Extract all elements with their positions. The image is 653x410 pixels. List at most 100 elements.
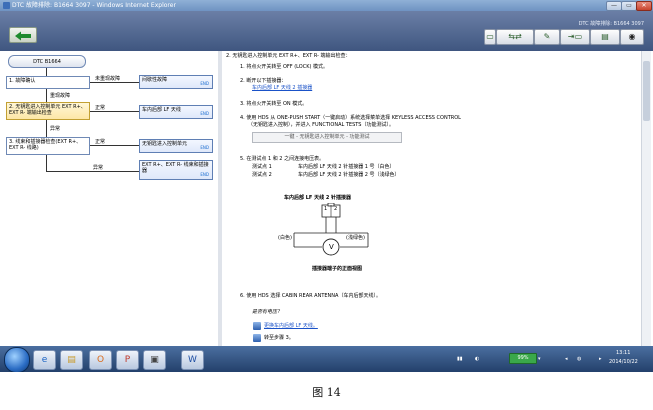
back-button[interactable]	[9, 27, 37, 43]
power-icon: ◍	[577, 356, 582, 362]
test-point-1-value: 车内后部 LF 天线 2 针插接器 1 号（白色）	[298, 164, 395, 170]
vertical-scrollbar[interactable]	[641, 51, 651, 346]
clock-time: 13:11	[616, 350, 631, 356]
system-tray: ▮▮ ◐ 99% ▾ ◂ ◍ ▸ 13:11 2014/10/22	[453, 347, 653, 371]
connector	[90, 82, 139, 83]
connector	[46, 171, 139, 172]
scrollbar-thumb[interactable]	[643, 61, 650, 121]
start-button[interactable]	[4, 347, 30, 372]
yes-answer-icon	[253, 322, 261, 330]
connector	[46, 89, 47, 102]
flow-step-1[interactable]: 1. 故障确认	[6, 76, 90, 89]
procedure-content: 2. 无钥匙进入控制单元 EXT R+、EXT R- 端输出检查： 1. 将点火…	[224, 51, 639, 344]
step-4-line-1: 4. 使用 HDS 从 ONE-PUSH START（一键启动）系统选择菜单选择…	[240, 115, 461, 121]
flow-step-1-text: 故障确认	[15, 78, 36, 84]
flow-step-3-text: 线束和插接器检查(EXT R+、EXT R- 线路)	[9, 139, 82, 151]
flow-result-intermittent[interactable]: 间歇性故障 END	[139, 75, 213, 89]
connector	[46, 68, 47, 76]
step-5: 5. 在测试点 1 和 2 之间连接电压表。	[240, 156, 325, 162]
test-point-1-label: 测试点 1	[252, 164, 272, 170]
minimize-button[interactable]: —	[606, 1, 622, 11]
white-wire-label: (白色)	[278, 235, 292, 241]
close-window-button[interactable]: ✕	[636, 1, 652, 11]
flow-step-1-num: 1.	[9, 78, 14, 84]
flow-result-keyless-unit-text: 无钥匙进入控制单元	[142, 141, 188, 147]
flow-result-intermittent-text: 间歇性故障	[142, 77, 168, 83]
pin-2-label: 2	[334, 206, 338, 212]
diagram-title: 车内后部 LF 天线 2 针插接器	[284, 195, 352, 201]
flow-result-lf-antenna[interactable]: 车内后部 LF 天线 END	[139, 105, 213, 119]
troubleshooting-flowchart: DTC B1664 1. 故障确认 未重现故障 间歇性故障 END 重现故障 2…	[3, 51, 215, 344]
flow-title-box: DTC B1664	[8, 55, 86, 68]
voltmeter-symbol: V	[329, 243, 334, 251]
flow-result-harness-text: EXT R+、EXT R- 线束和插接器	[142, 162, 209, 174]
end-link[interactable]: END	[200, 145, 209, 151]
voltage-question: 是否有电压？	[252, 309, 283, 315]
diagram-caption: 插接器端子的正面视图	[312, 266, 363, 272]
connector	[46, 120, 47, 137]
step-4-line-2: （无钥匙进入控制），并进入 FUNCTIONAL TESTS（功能测试）。	[248, 122, 394, 128]
document-icon[interactable]: ▤	[590, 29, 620, 45]
ie-taskbar-icon[interactable]: e	[33, 350, 56, 370]
powerpoint-taskbar-icon[interactable]: P	[116, 350, 139, 370]
step-1: 1. 将点火开关转至 OFF (LOCK) 模式。	[240, 64, 329, 70]
panel-splitter[interactable]	[218, 51, 222, 346]
functional-test-button[interactable]: 一键 - 无钥匙进入控制单元 - 功能测试	[252, 132, 402, 143]
flow-step-3-right-label: 正常	[95, 139, 106, 145]
flow-step-2-down-label: 异常	[50, 126, 61, 132]
screenshot: DTC 故障排除: B1664 3097 - Windows Internet …	[0, 0, 653, 372]
connector	[90, 111, 139, 112]
flow-result-lf-antenna-text: 车内后部 LF 天线	[142, 107, 181, 113]
pin-1-label: 1	[324, 206, 328, 212]
step-2: 2. 断开以下插接器：	[240, 78, 287, 84]
test-point-2-value: 车内后部 LF 天线 2 针插接器 2 号（浅绿色）	[298, 172, 400, 178]
header-dtc-label: DTC 故障排除: B1664 3097	[578, 21, 644, 27]
ie-small-icon: ◐	[475, 356, 480, 362]
explorer-taskbar-icon[interactable]: ▤	[60, 350, 83, 370]
flow-title: DTC B1664	[33, 59, 61, 65]
yes-answer-link[interactable]: 更换车内后部 LF 天线。	[264, 323, 318, 329]
flow-result-keyless-unit[interactable]: 无钥匙进入控制单元 END	[139, 139, 213, 153]
tools-icon[interactable]: ✎	[534, 29, 560, 45]
word-taskbar-icon[interactable]: W	[181, 350, 204, 370]
flow-step-2-right-label: 正常	[95, 105, 106, 111]
ie-window-icon	[3, 2, 10, 9]
light-green-wire-label: (浅绿色)	[346, 235, 365, 241]
flag-icon: ▸	[599, 356, 602, 362]
step-6: 6. 使用 HDS 选择 CABIN REAR ANTENNA（车内后部天线）。	[240, 293, 381, 299]
transfer-icon[interactable]: ⇥▭	[560, 29, 590, 45]
end-link[interactable]: END	[200, 172, 209, 178]
camera-icon[interactable]: ◉	[620, 29, 644, 45]
speaker-icon[interactable]: ◂	[565, 356, 568, 362]
navigate-arrows-icon[interactable]: ⇆⇄	[496, 29, 534, 45]
figure-caption: 图 14	[312, 386, 341, 399]
flow-step-2[interactable]: 2. 无钥匙进入控制单元 EXT R+、EXT R- 端输出检查	[6, 102, 90, 120]
clock-date: 2014/10/22	[609, 359, 638, 365]
maximize-button[interactable]: ▭	[621, 1, 637, 11]
flow-step-1-right-label: 未重现故障	[95, 76, 121, 82]
back-arrow-icon	[15, 31, 31, 41]
step-3: 3. 将点火开关转至 ON 模式。	[240, 101, 308, 107]
flow-step-3[interactable]: 3. 线束和插接器检查(EXT R+、EXT R- 线路)	[6, 137, 90, 155]
test-point-2-label: 测试点 2	[252, 172, 272, 178]
connector	[90, 145, 139, 146]
end-link[interactable]: END	[200, 81, 209, 87]
outlook-taskbar-icon[interactable]: O	[89, 350, 112, 370]
step-2-connector-link[interactable]: 车内后部 LF 天线 2 插接器	[252, 85, 312, 91]
print-icon[interactable]: ▭	[484, 29, 496, 45]
network-icon: ▮▮	[457, 356, 463, 362]
flow-result-harness[interactable]: EXT R+、EXT R- 线束和插接器 END	[139, 160, 213, 180]
flow-step-3-down-label: 异常	[93, 165, 104, 171]
no-answer-icon	[253, 334, 261, 342]
app-taskbar-icon[interactable]: ▣	[143, 350, 166, 370]
flow-step-1-down-label: 重现故障	[50, 93, 71, 99]
procedure-heading: 2. 无钥匙进入控制单元 EXT R+、EXT R- 端输出检查：	[226, 53, 351, 59]
window-title: DTC 故障排除: B1664 3097 - Windows Internet …	[12, 2, 176, 9]
zoom-indicator[interactable]: 99%	[509, 353, 537, 364]
toolbar: ▭ ⇆⇄ ✎ ⇥▭ ▤ ◉	[484, 29, 644, 45]
flow-step-2-text: 无钥匙进入控制单元 EXT R+、EXT R- 端输出检查	[9, 104, 86, 116]
end-link[interactable]: END	[200, 111, 209, 117]
zoom-dropdown-icon[interactable]: ▾	[538, 356, 541, 362]
no-answer-text: 转至步骤 3。	[264, 335, 294, 341]
window-title-bar: DTC 故障排除: B1664 3097 - Windows Internet …	[0, 0, 653, 11]
